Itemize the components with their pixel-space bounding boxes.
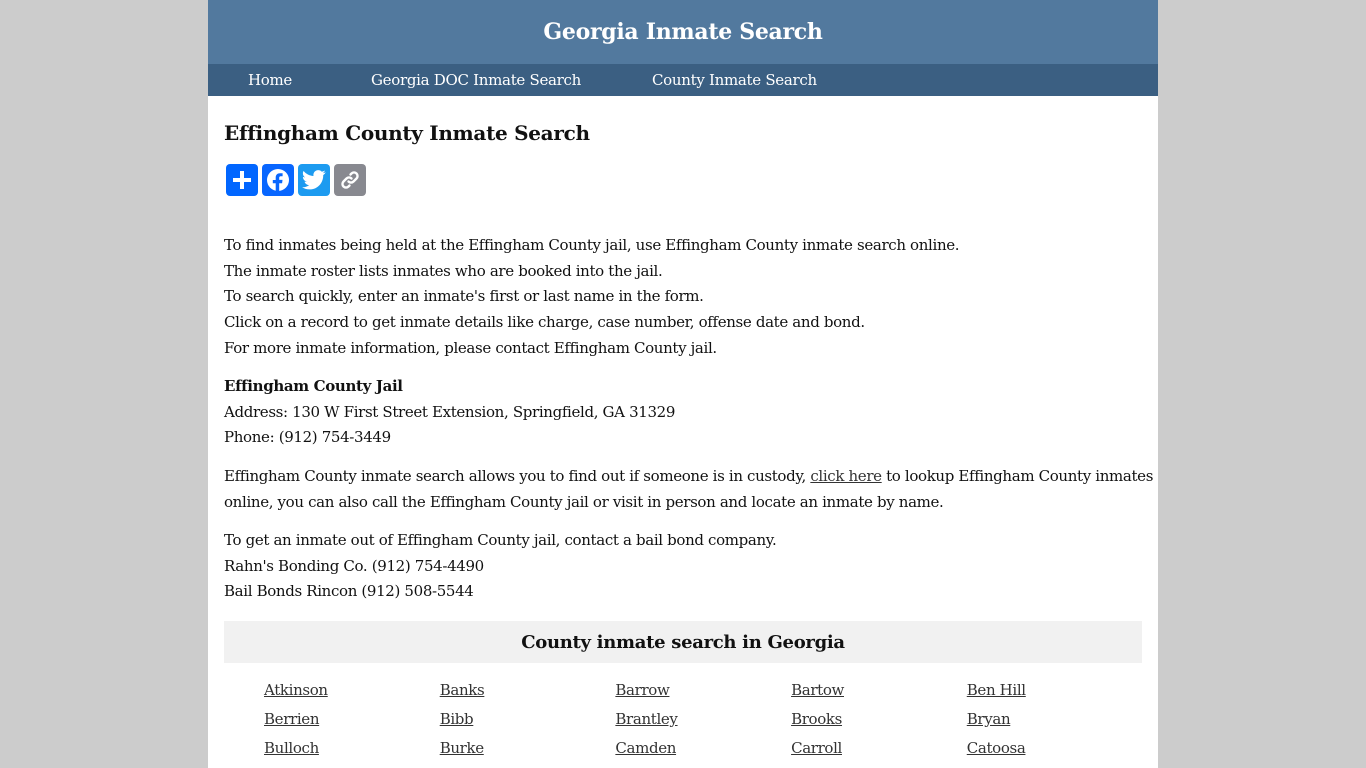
- site-title[interactable]: Georgia Inmate Search: [543, 19, 822, 45]
- page-container: Georgia Inmate Search Home Georgia DOC I…: [208, 0, 1158, 768]
- facebook-share-button[interactable]: [262, 164, 294, 196]
- nav-item-county-search[interactable]: County Inmate Search: [652, 71, 817, 89]
- county-link[interactable]: Ben Hill: [967, 680, 1143, 701]
- share-toolbar: [226, 164, 366, 196]
- intro-text: To find inmates being held at the Effing…: [224, 233, 960, 362]
- jail-address: Address: 130 W First Street Extension, S…: [224, 402, 676, 421]
- twitter-icon: [302, 170, 326, 190]
- lookup-text: Effingham County inmate search allows yo…: [224, 467, 811, 485]
- share-button[interactable]: [226, 164, 258, 196]
- plus-icon: [233, 171, 251, 189]
- county-link[interactable]: Barrow: [615, 680, 791, 701]
- bail-company: Bail Bonds Rincon (912) 508-5544: [224, 582, 474, 601]
- county-link[interactable]: Berrien: [264, 709, 440, 730]
- twitter-share-button[interactable]: [298, 164, 330, 196]
- bail-intro: To get an inmate out of Effingham County…: [224, 531, 777, 549]
- nav-item-georgia-doc[interactable]: Georgia DOC Inmate Search: [371, 71, 581, 89]
- jail-name: Effingham County Jail: [224, 377, 403, 395]
- lookup-text: to lookup Effingham County inmates: [881, 467, 1154, 485]
- bail-company: Rahn's Bonding Co. (912) 754-4490: [224, 556, 484, 575]
- county-link[interactable]: Atkinson: [264, 680, 440, 701]
- intro-line: To find inmates being held at the Effing…: [224, 236, 960, 254]
- intro-line: The inmate roster lists inmates who are …: [224, 261, 663, 280]
- click-here-link[interactable]: click here: [810, 467, 882, 485]
- intro-line: For more inmate information, please cont…: [224, 338, 717, 357]
- county-link[interactable]: Catoosa: [967, 738, 1143, 759]
- facebook-icon: [267, 169, 289, 192]
- jail-phone: Phone: (912) 754-3449: [224, 428, 391, 447]
- site-header: Georgia Inmate Search: [208, 0, 1158, 64]
- main-nav: Home Georgia DOC Inmate Search County In…: [208, 64, 1158, 96]
- intro-line: Click on a record to get inmate details …: [224, 313, 865, 332]
- lookup-paragraph: Effingham County inmate search allows yo…: [224, 464, 1153, 515]
- county-link[interactable]: Bulloch: [264, 738, 440, 759]
- link-icon: [341, 171, 359, 189]
- county-link[interactable]: Bibb: [440, 709, 616, 730]
- lookup-text: online, you can also call the Effingham …: [224, 492, 944, 511]
- intro-line: To search quickly, enter an inmate's fir…: [224, 287, 704, 306]
- county-link[interactable]: Banks: [440, 680, 616, 701]
- county-link[interactable]: Bartow: [791, 680, 967, 701]
- county-link[interactable]: Brooks: [791, 709, 967, 730]
- bail-info: To get an inmate out of Effingham County…: [224, 528, 777, 605]
- jail-info: Effingham County Jail Address: 130 W Fir…: [224, 374, 675, 451]
- county-link[interactable]: Burke: [440, 738, 616, 759]
- copy-link-button[interactable]: [334, 164, 366, 196]
- county-link[interactable]: Carroll: [791, 738, 967, 759]
- counties-heading: County inmate search in Georgia: [224, 621, 1142, 663]
- nav-item-home[interactable]: Home: [248, 71, 292, 89]
- page-title: Effingham County Inmate Search: [224, 121, 590, 145]
- county-link[interactable]: Camden: [615, 738, 791, 759]
- county-link[interactable]: Bryan: [967, 709, 1143, 730]
- county-list: Atkinson Banks Barrow Bartow Ben Hill Be…: [264, 680, 1144, 759]
- county-link[interactable]: Brantley: [615, 709, 791, 730]
